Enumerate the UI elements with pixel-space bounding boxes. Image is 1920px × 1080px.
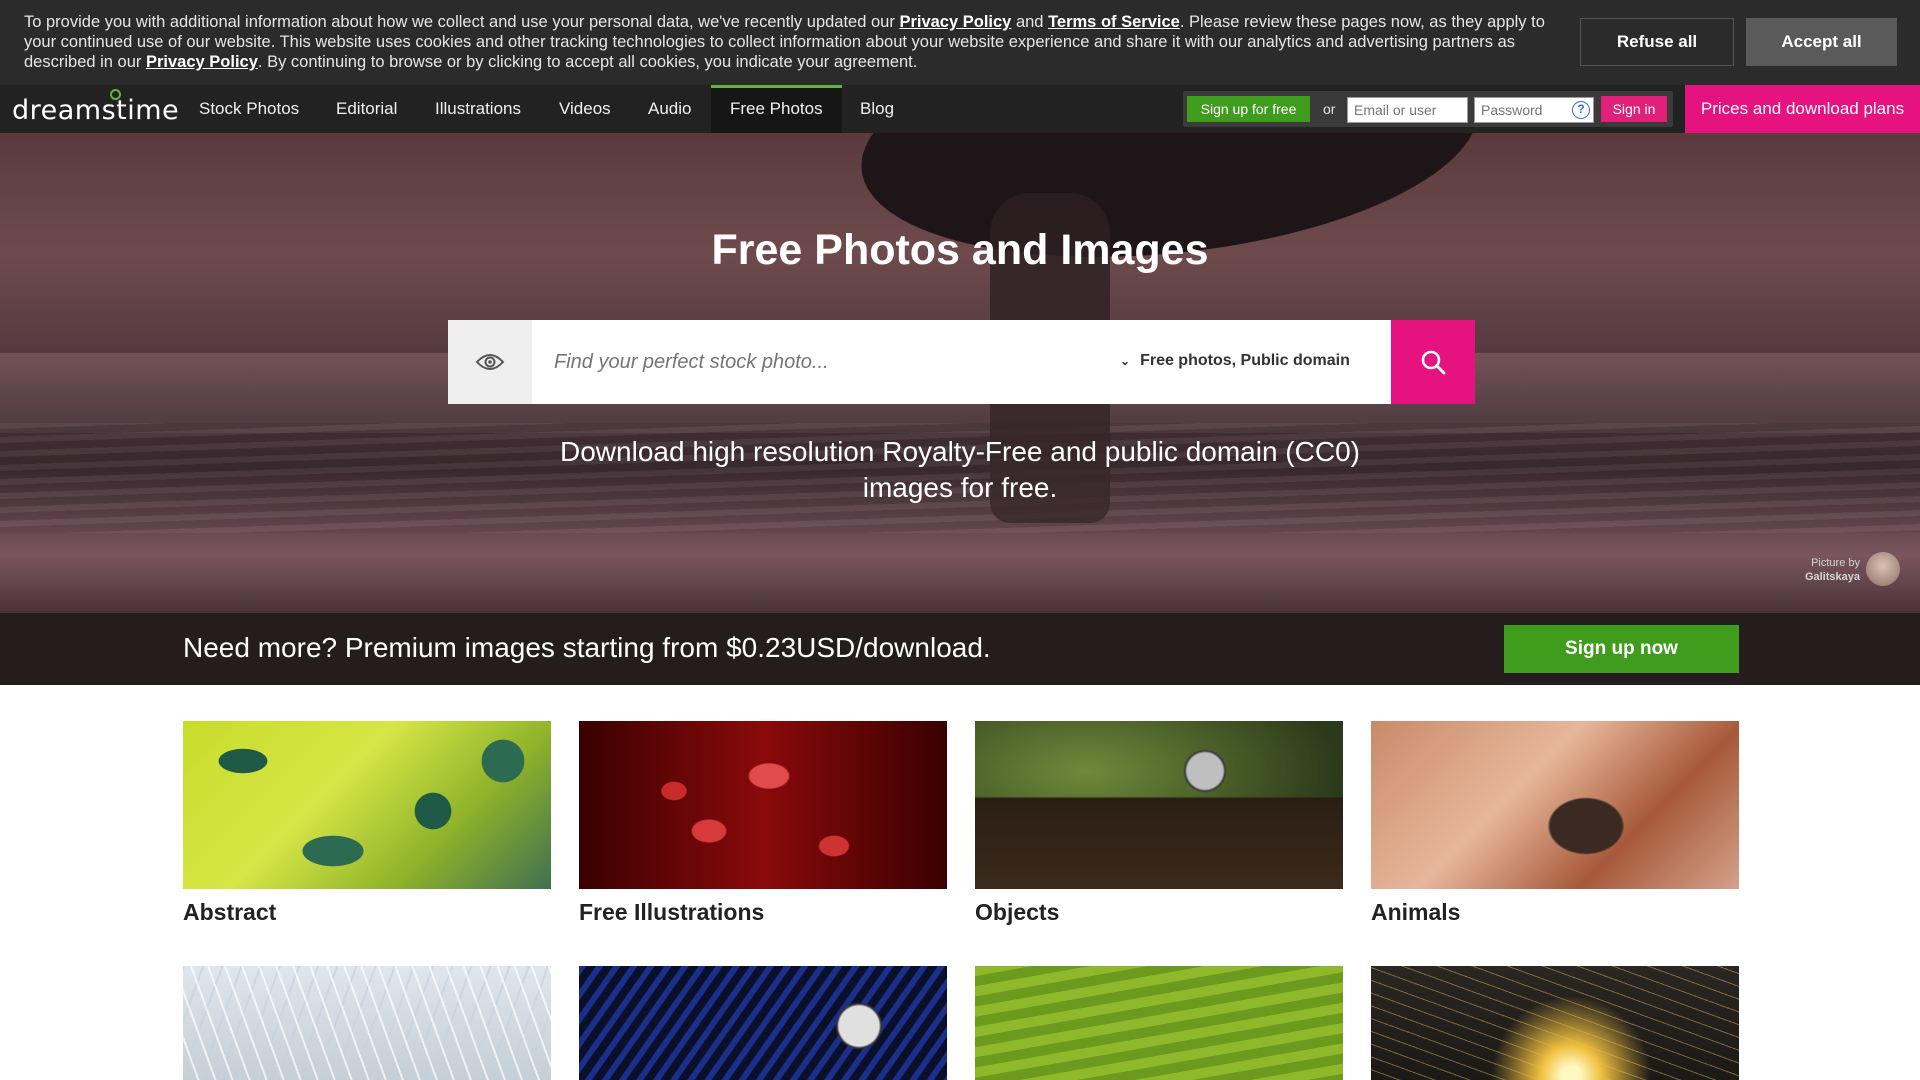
terms-of-service-link[interactable]: Terms of Service — [1048, 13, 1180, 31]
email-field[interactable] — [1347, 97, 1468, 123]
privacy-policy-link-2[interactable]: Privacy Policy — [146, 53, 258, 71]
cookie-banner: To provide you with additional informati… — [0, 0, 1920, 85]
accept-all-button[interactable]: Accept all — [1746, 18, 1897, 66]
photo-credit-name: Galitskaya — [1804, 571, 1860, 583]
category-image[interactable] — [579, 966, 947, 1080]
sign-in-button[interactable]: Sign in — [1601, 96, 1667, 122]
nav-item-stock-photos[interactable]: Stock Photos — [199, 85, 299, 133]
visual-search-icon[interactable] — [448, 320, 532, 404]
nav-item-audio[interactable]: Audio — [648, 85, 691, 133]
search-icon — [1421, 350, 1446, 375]
logo-text: dreamstime — [12, 95, 180, 126]
prices-plans-button[interactable]: Prices and download plans — [1685, 85, 1920, 133]
category-label[interactable]: Objects — [975, 899, 1059, 926]
category-objects[interactable]: Objects — [975, 721, 1343, 941]
category-image[interactable] — [975, 966, 1343, 1080]
sign-up-free-button[interactable]: Sign up for free — [1187, 96, 1310, 122]
category-tile[interactable] — [579, 966, 947, 1080]
page-title: Free Photos and Images — [711, 226, 1209, 274]
category-animals[interactable]: Animals — [1371, 721, 1739, 941]
category-label[interactable]: Free Illustrations — [579, 899, 764, 926]
nav-item-free-photos[interactable]: Free Photos — [711, 85, 842, 133]
category-image[interactable] — [975, 721, 1343, 889]
category-label[interactable]: Animals — [1371, 899, 1460, 926]
or-text: or — [1323, 101, 1336, 117]
cookie-text: To provide you with additional informati… — [24, 12, 1564, 72]
category-image[interactable] — [579, 721, 947, 889]
category-label[interactable]: Abstract — [183, 899, 276, 926]
search-filter-label: Free photos, Public domain — [1140, 352, 1350, 369]
chevron-down-icon: ⌄ — [1120, 354, 1131, 368]
search-filter-dropdown[interactable]: ⌄ Free photos, Public domain — [1120, 346, 1350, 376]
photo-credit[interactable]: Picture by Galitskaya — [1780, 556, 1860, 584]
search-button[interactable] — [1391, 320, 1475, 404]
category-tile[interactable] — [183, 966, 551, 1080]
nav-item-blog[interactable]: Blog — [860, 85, 894, 133]
dreamstime-logo[interactable]: dreamstime — [12, 89, 179, 126]
nav-item-editorial[interactable]: Editorial — [336, 85, 397, 133]
category-free-illustrations[interactable]: Free Illustrations — [579, 721, 947, 941]
refuse-all-button[interactable]: Refuse all — [1580, 18, 1734, 66]
photographer-avatar[interactable] — [1866, 552, 1900, 586]
cookie-text-part3: . By continuing to browse or by clicking… — [257, 53, 918, 71]
premium-promo-text: Need more? Premium images starting from … — [183, 632, 991, 663]
hero-subtitle: Download high resolution Royalty-Free an… — [560, 436, 1360, 503]
sign-up-now-button[interactable]: Sign up now — [1504, 625, 1739, 673]
category-image[interactable] — [183, 721, 551, 889]
category-tile[interactable] — [1371, 966, 1739, 1080]
logo-dot-icon — [110, 89, 121, 100]
help-icon[interactable]: ? — [1572, 101, 1590, 119]
category-image[interactable] — [1371, 721, 1739, 889]
category-image[interactable] — [1371, 966, 1739, 1080]
photo-credit-label: Picture by — [1811, 557, 1860, 569]
privacy-policy-link[interactable]: Privacy Policy — [899, 13, 1011, 31]
nav-item-videos[interactable]: Videos — [559, 85, 611, 133]
cookie-text-part1: To provide you with additional informati… — [24, 13, 900, 31]
nav-item-illustrations[interactable]: Illustrations — [435, 85, 521, 133]
search-input[interactable] — [532, 320, 1112, 404]
cookie-text-and: and — [1011, 13, 1049, 31]
category-abstract[interactable]: Abstract — [183, 721, 551, 941]
category-image[interactable] — [183, 966, 551, 1080]
category-tile[interactable] — [975, 966, 1343, 1080]
